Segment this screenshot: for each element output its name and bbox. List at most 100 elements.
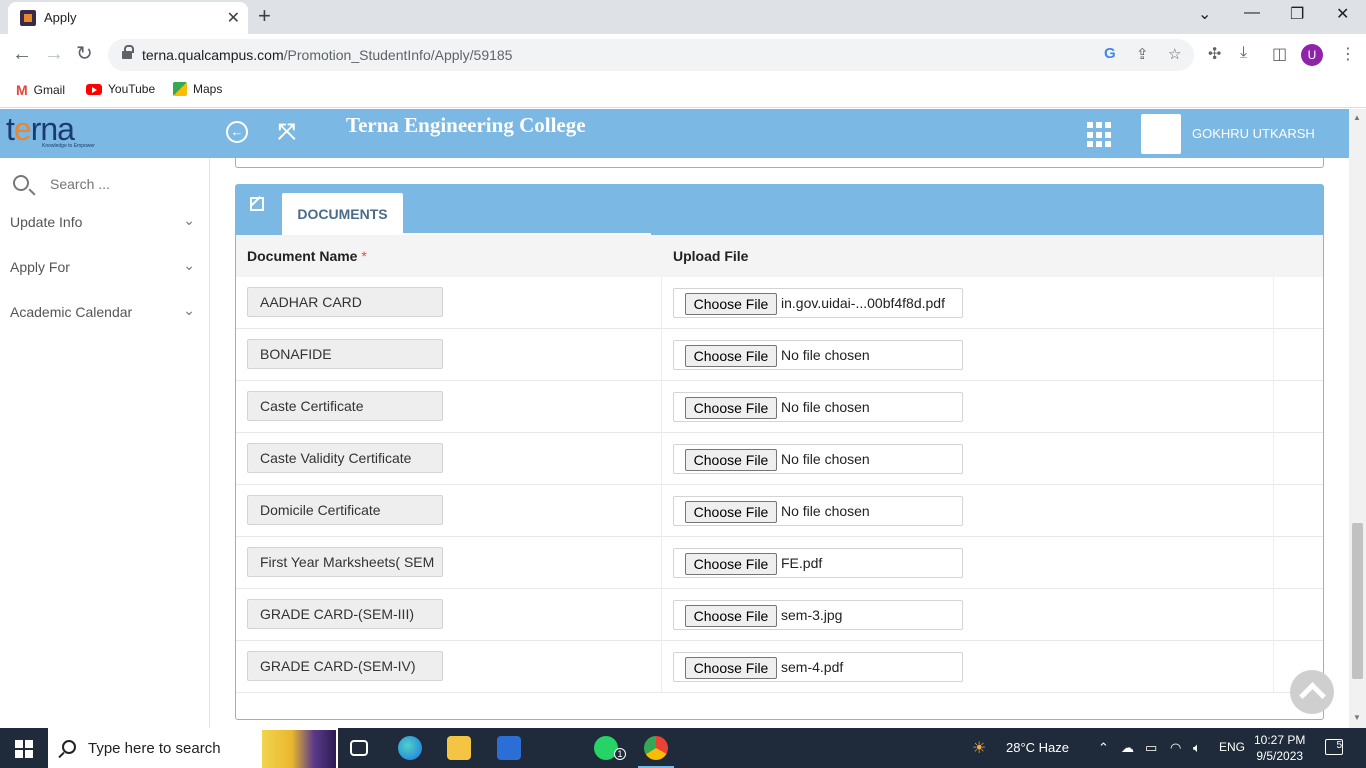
weather-text[interactable]: 28°C Haze [1006, 740, 1069, 755]
windows-start-icon[interactable] [15, 740, 33, 758]
language-indicator[interactable]: ENG [1219, 740, 1245, 754]
choose-file-button[interactable]: Choose File [685, 657, 777, 679]
table-row: BONAFIDE Choose File No file chosen [236, 329, 1323, 381]
tab-documents[interactable]: DOCUMENTS [282, 193, 403, 235]
restore-button[interactable]: ❐ [1290, 4, 1304, 24]
url-text: terna.qualcampus.com/Promotion_StudentIn… [142, 47, 513, 63]
selected-file-name: No file chosen [781, 503, 870, 519]
sidebar-item-update-info[interactable]: Update Info ⌄ [0, 212, 209, 238]
menu-kebab-icon[interactable]: ⋮ [1340, 44, 1356, 64]
file-upload-input[interactable]: Choose File sem-3.jpg [673, 600, 963, 630]
column-document-name: Document Name * [247, 248, 367, 264]
sidebar-item-apply-for[interactable]: Apply For ⌄ [0, 257, 209, 283]
download-icon[interactable]: ⤓ [1240, 44, 1247, 62]
volume-icon[interactable]: 🔈︎ [1193, 740, 1201, 756]
file-upload-input[interactable]: Choose File No file chosen [673, 444, 963, 474]
file-upload-input[interactable]: Choose File No file chosen [673, 392, 963, 422]
search-highlight-image[interactable] [262, 730, 336, 768]
tray-chevron-up-icon[interactable]: ⌃ [1098, 740, 1109, 756]
choose-file-button[interactable]: Choose File [685, 293, 777, 315]
chevron-down-icon: ⌄ [183, 257, 195, 273]
choose-file-button[interactable]: Choose File [685, 605, 777, 627]
scroll-down-arrow-icon[interactable]: ▼ [1353, 713, 1361, 722]
whatsapp-badge: 1 [614, 748, 626, 760]
lock-icon[interactable] [122, 45, 134, 60]
file-upload-input[interactable]: Choose File No file chosen [673, 340, 963, 370]
scroll-to-top-button[interactable] [1290, 670, 1334, 714]
scrollbar-thumb[interactable] [1352, 523, 1363, 679]
choose-file-button[interactable]: Choose File [685, 345, 777, 367]
selected-file-name: FE.pdf [781, 555, 823, 571]
task-view-icon[interactable] [350, 740, 368, 756]
selected-file-name: sem-3.jpg [781, 607, 843, 623]
wifi-icon[interactable]: ◠ [1170, 740, 1181, 756]
close-window-button[interactable]: ✕ [1336, 4, 1349, 24]
table-row: GRADE CARD-(SEM-IV) Choose File sem-4.pdf [236, 641, 1323, 693]
apps-grid-icon[interactable] [1087, 122, 1113, 148]
column-divider [1273, 537, 1274, 589]
chevron-down-icon: ⌄ [183, 212, 195, 228]
column-divider [1273, 381, 1274, 433]
page-scrollbar[interactable]: ▲ ▼ [1349, 109, 1366, 728]
choose-file-button[interactable]: Choose File [685, 553, 777, 575]
choose-file-button[interactable]: Choose File [685, 449, 777, 471]
back-circle-icon[interactable]: ← [226, 121, 248, 143]
document-name-field: First Year Marksheets( SEM [247, 547, 443, 577]
search-icon [62, 740, 76, 754]
edit-icon [250, 197, 264, 211]
system-clock[interactable]: 10:27 PM 9/5/2023 [1254, 732, 1305, 764]
microsoft-store-icon[interactable] [497, 736, 521, 760]
column-divider [1273, 277, 1274, 329]
table-row: Caste Validity Certificate Choose File No … [236, 433, 1323, 485]
address-bar[interactable]: terna.qualcampus.com/Promotion_StudentIn… [108, 39, 1194, 71]
battery-icon[interactable]: ▭ [1145, 740, 1157, 756]
weather-icon[interactable]: ☀ [972, 738, 986, 758]
document-name-field: AADHAR CARD [247, 287, 443, 317]
document-name-field: GRADE CARD-(SEM-IV) [247, 651, 443, 681]
onedrive-icon[interactable]: ☁ [1121, 740, 1134, 756]
choose-file-button[interactable]: Choose File [685, 397, 777, 419]
terna-logo[interactable]: terna Knowledge to Empower [0, 109, 210, 158]
sidebar-search-input[interactable] [50, 176, 190, 192]
bookmarks-bar: M Gmail YouTube Maps [0, 76, 1366, 108]
site-favicon-icon [20, 10, 36, 26]
scroll-up-arrow-icon[interactable]: ▲ [1353, 113, 1361, 122]
table-row: GRADE CARD-(SEM-III) Choose File sem-3.jpg [236, 589, 1323, 641]
share-icon[interactable]: ⇪ [1136, 45, 1149, 63]
file-upload-input[interactable]: Choose File in.gov.uidai-...00bf4f8d.pdf [673, 288, 963, 318]
notification-center-icon[interactable]: 5 [1325, 739, 1343, 755]
column-divider [661, 381, 662, 433]
column-divider [661, 589, 662, 641]
bookmark-star-icon[interactable]: ☆ [1168, 45, 1181, 63]
bookmark-maps[interactable]: Maps [173, 82, 222, 96]
close-tab-icon[interactable]: ✕ [227, 8, 240, 28]
side-panel-icon[interactable]: ◫ [1272, 44, 1287, 64]
edge-icon[interactable] [398, 736, 422, 760]
back-icon[interactable]: ← [12, 43, 32, 65]
browser-tabstrip: Apply ✕ + ⌄ — ❐ ✕ [0, 0, 1366, 34]
table-row: Domicile Certificate Choose File No file c… [236, 485, 1323, 537]
bookmark-gmail[interactable]: M Gmail [16, 82, 65, 98]
forward-icon[interactable]: → [44, 43, 64, 65]
choose-file-button[interactable]: Choose File [685, 501, 777, 523]
minimize-button[interactable]: — [1244, 4, 1260, 22]
bookmark-youtube[interactable]: YouTube [86, 82, 155, 96]
sidebar-item-academic-calendar[interactable]: Academic Calendar ⌄ [0, 302, 209, 328]
fullscreen-icon[interactable]: ⤧ [278, 119, 296, 145]
google-icon[interactable]: G [1104, 45, 1116, 62]
extensions-icon[interactable]: ✣ [1208, 44, 1221, 64]
chrome-icon[interactable] [638, 736, 674, 768]
user-name[interactable]: GOKHRU UTKARSH [1192, 126, 1315, 141]
column-divider [1273, 433, 1274, 485]
file-upload-input[interactable]: Choose File No file chosen [673, 496, 963, 526]
file-upload-input[interactable]: Choose File FE.pdf [673, 548, 963, 578]
browser-tab[interactable]: Apply ✕ [8, 2, 248, 34]
reload-icon[interactable]: ↻ [76, 43, 93, 65]
profile-avatar[interactable]: U [1301, 44, 1323, 66]
new-tab-button[interactable]: + [258, 4, 271, 28]
tab-search-icon[interactable]: ⌄ [1198, 4, 1211, 24]
file-upload-input[interactable]: Choose File sem-4.pdf [673, 652, 963, 682]
file-explorer-icon[interactable] [447, 736, 471, 760]
gmail-icon: M [16, 82, 28, 98]
column-upload-file: Upload File [673, 248, 749, 264]
